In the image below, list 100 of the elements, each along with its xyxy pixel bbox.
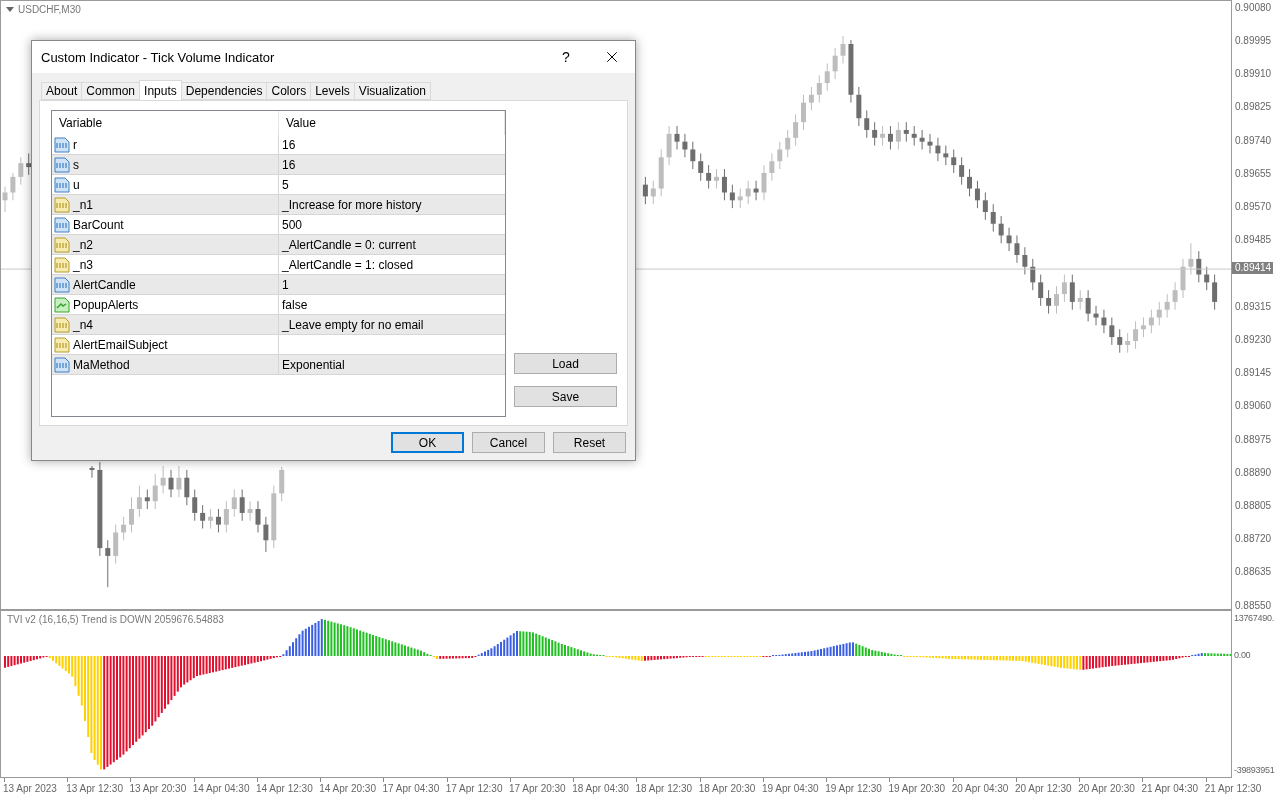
table-row[interactable]: r 16 [52, 135, 505, 155]
candle [192, 488, 198, 522]
variable-name: _n3 [73, 257, 94, 272]
table-row[interactable]: PopupAlerts false [52, 295, 505, 315]
indicator-axis-label: -39893951 [1233, 764, 1276, 776]
candle [1196, 250, 1202, 283]
candle [239, 488, 245, 522]
time-label: 13 Apr 2023 [3, 783, 57, 794]
candle [761, 164, 767, 201]
time-label: 13 Apr 20:30 [129, 783, 187, 794]
candle [737, 188, 743, 209]
price-label: 0.89825 [1234, 101, 1273, 114]
candle [1164, 293, 1170, 319]
tab[interactable]: Colors [266, 82, 312, 100]
dialog-button[interactable]: Reset [553, 432, 626, 453]
tab[interactable]: Visualization [353, 82, 431, 100]
tab[interactable]: Levels [310, 82, 355, 100]
candle [895, 121, 901, 150]
candle [1038, 274, 1044, 307]
candle [105, 539, 111, 588]
text-document-icon [54, 236, 70, 253]
candle [1085, 289, 1091, 322]
price-label: 0.89655 [1234, 167, 1273, 180]
dialog-button[interactable]: OK [391, 432, 464, 453]
time-label: 13 Apr 12:30 [66, 783, 123, 794]
variable-value: _AlertCandle = 0: current [281, 236, 417, 254]
numeric-document-icon [54, 156, 70, 173]
variable-name: PopupAlerts [73, 297, 139, 312]
text-document-icon [54, 256, 70, 273]
candle [263, 516, 269, 553]
candle [1054, 285, 1059, 315]
tab[interactable]: About [41, 82, 83, 100]
candle [1077, 289, 1083, 311]
variable-value: 5 [281, 176, 290, 194]
candle [840, 35, 846, 65]
table-row[interactable]: _n2 _AlertCandle = 0: current [52, 235, 505, 255]
candle [729, 184, 735, 209]
candle [136, 485, 142, 518]
candle [872, 121, 878, 147]
candle [26, 152, 32, 176]
candle [816, 74, 822, 104]
tab[interactable]: Dependencies [180, 82, 268, 100]
price-label: 0.88720 [1234, 533, 1273, 546]
candle [903, 121, 909, 143]
time-label: 17 Apr 12:30 [445, 783, 503, 794]
price-label: 0.89570 [1234, 201, 1273, 214]
candle [1061, 274, 1067, 303]
candle [279, 466, 285, 502]
indicator-axis-label: 13767490. [1233, 612, 1275, 624]
variable-value: _Increase for more history [281, 196, 423, 214]
table-row[interactable]: AlertEmailSubject [52, 335, 505, 355]
dialog-title: Custom Indicator - Tick Volume Indicator [41, 49, 276, 65]
candle [990, 203, 996, 233]
triangle-icon[interactable] [6, 6, 14, 13]
variable-value: 1 [281, 276, 290, 294]
candle [231, 488, 237, 518]
candle [856, 86, 862, 127]
variable-name: BarCount [73, 217, 124, 232]
help-button[interactable]: ? [543, 42, 589, 72]
table-row[interactable]: s 16 [52, 155, 505, 175]
table-row[interactable]: BarCount 500 [52, 215, 505, 235]
candle [89, 465, 95, 479]
toggle-document-icon [54, 296, 70, 313]
table-row[interactable]: _n1 _Increase for more history [52, 195, 505, 215]
indicator-label: TVI v2 (16,16,5) Trend is DOWN 2059676.54883 [7, 614, 224, 625]
variable-name: AlertEmailSubject [73, 337, 168, 352]
time-label: 17 Apr 04:30 [382, 783, 440, 794]
chart-symbol: USDCHF,M30 [18, 4, 81, 15]
candle [184, 469, 190, 506]
candle [1014, 234, 1020, 264]
price-label: 0.89145 [1234, 367, 1273, 380]
tab[interactable]: Common [81, 82, 141, 100]
time-label: 14 Apr 04:30 [192, 783, 250, 794]
table-row[interactable]: AlertCandle 1 [52, 275, 505, 295]
candle [824, 63, 830, 92]
variable-name: r [73, 137, 77, 152]
table-row[interactable]: MaMethod Exponential [52, 355, 505, 375]
candle [848, 39, 854, 104]
candle [144, 488, 150, 510]
dialog-button[interactable]: Cancel [472, 432, 545, 453]
table-row[interactable]: u 5 [52, 175, 505, 195]
candle [121, 516, 127, 541]
table-row[interactable]: _n4 _Leave empty for no email [52, 315, 505, 335]
candle [223, 500, 229, 533]
candle [777, 141, 783, 170]
tab[interactable]: Inputs [139, 80, 182, 100]
load-button[interactable]: Load [514, 353, 617, 374]
price-label: 0.89060 [1234, 400, 1273, 413]
candle [919, 129, 925, 150]
candle [982, 192, 988, 221]
save-button[interactable]: Save [514, 386, 617, 407]
candle [801, 94, 806, 131]
candle [200, 504, 206, 530]
price-label: 0.89995 [1234, 35, 1273, 48]
time-label: 18 Apr 04:30 [572, 783, 629, 794]
candle [129, 496, 134, 533]
table-row[interactable]: _n3 _AlertCandle = 1: closed [52, 255, 505, 275]
candle [666, 125, 672, 166]
candle [255, 500, 261, 533]
candle [935, 137, 941, 162]
